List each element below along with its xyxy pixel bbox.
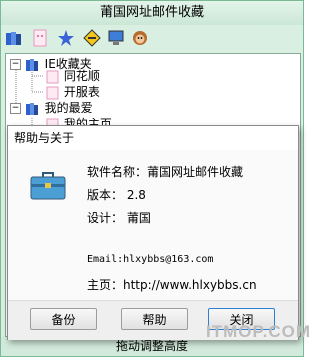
- dialog-title: 帮助与关于: [8, 126, 298, 150]
- homepage-line: 主页：http://www.hlxybbs.cn: [87, 278, 257, 292]
- dialog-body: 软件名称：莆国网址邮件收藏 版本： 2.8 设计： 莆国 Email:hlxyb…: [8, 150, 298, 300]
- books-icon[interactable]: [5, 29, 23, 47]
- star-icon[interactable]: [57, 29, 75, 47]
- about-dialog: 帮助与关于 软件名称：莆国网址邮件收藏 版本： 2.8 设计： 莆国 Email…: [7, 125, 299, 340]
- card-icon[interactable]: [31, 29, 49, 47]
- tree-item[interactable]: 同花顺: [46, 68, 100, 84]
- toolbar: [3, 27, 301, 51]
- email: Email:hlxybbs@163.com: [87, 254, 214, 265]
- books-icon: [25, 102, 38, 115]
- monkey-icon[interactable]: [131, 29, 149, 47]
- software-name: 软件名称：莆国网址邮件收藏: [87, 165, 244, 179]
- version: 版本： 2.8: [87, 188, 146, 202]
- books-icon: [25, 58, 38, 71]
- tree-item-label: 同花顺: [63, 69, 100, 83]
- collapse-toggle-icon[interactable]: −: [10, 103, 21, 114]
- collapse-toggle-icon[interactable]: −: [10, 59, 21, 70]
- monitor-icon[interactable]: [107, 29, 125, 47]
- window-title: 莆国网址邮件收藏: [1, 1, 303, 25]
- tree-item-label: 开服表: [63, 85, 100, 99]
- backup-button[interactable]: 备份: [30, 308, 97, 330]
- help-button[interactable]: 帮助: [121, 308, 188, 330]
- designer: 设计： 莆国: [87, 211, 151, 225]
- folder-my-favorites[interactable]: − 我的最爱: [10, 100, 93, 116]
- warning-diamond-icon[interactable]: [83, 29, 101, 47]
- card-icon: [46, 70, 59, 83]
- briefcase-icon: [30, 172, 66, 203]
- watermark: ITMOP.COM: [206, 322, 312, 341]
- folder-label: 我的最爱: [44, 101, 93, 115]
- card-icon: [46, 86, 59, 99]
- tree-item[interactable]: 开服表: [46, 84, 100, 100]
